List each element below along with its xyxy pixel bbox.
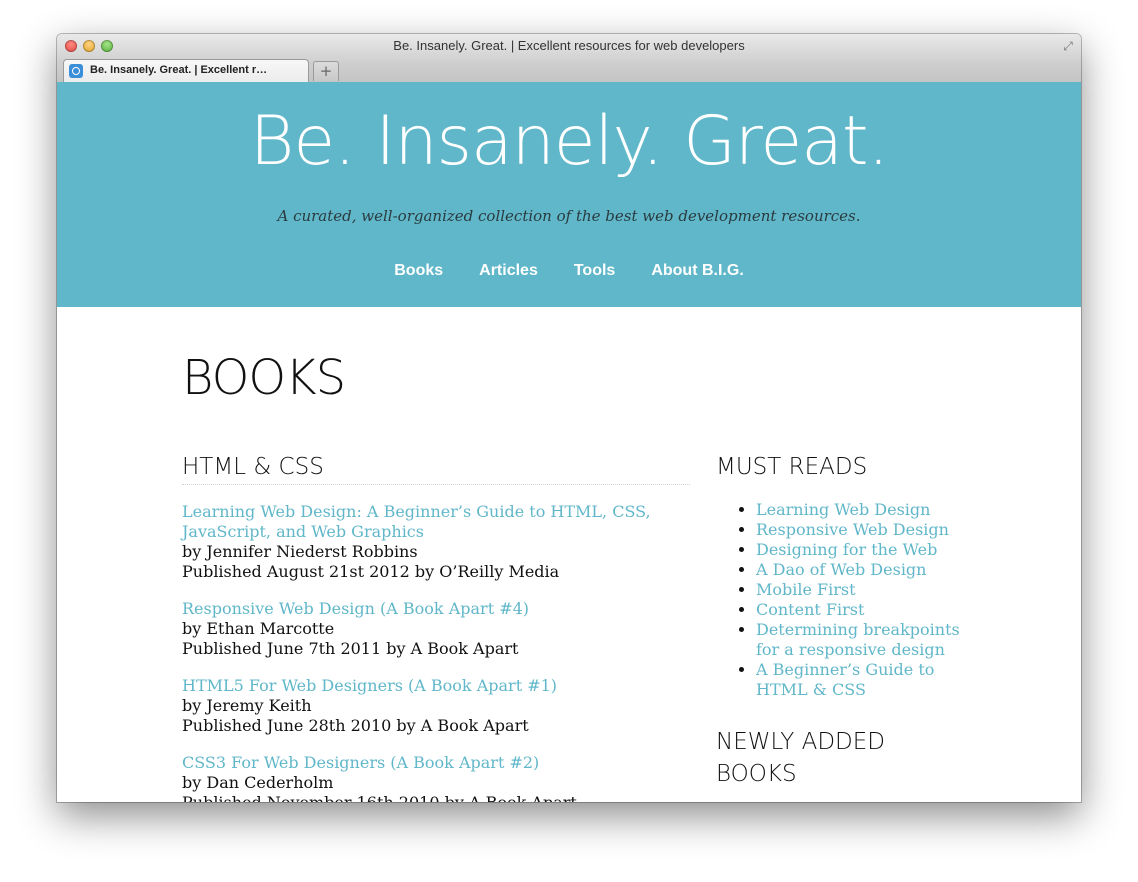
book-item: HTML5 For Web Designers (A Book Apart #1… [182,676,690,736]
must-reads-heading: MUST READS [716,454,868,480]
nav-item-books[interactable]: Books [394,262,443,280]
browser-tab[interactable]: Be. Insanely. Great. | Excellent r… [63,59,309,82]
fullscreen-icon[interactable]: ⤢ [1061,39,1075,53]
book-author: by Ethan Marcotte [182,619,335,638]
book-title-link[interactable]: Responsive Web Design (A Book Apart #4) [182,599,690,619]
new-tab-button[interactable]: + [313,61,339,81]
must-read-link[interactable]: Designing for the Web [756,540,937,559]
site-title[interactable]: Be. Insanely. Great. [57,102,1081,181]
browser-window: Be. Insanely. Great. | Excellent resourc… [57,34,1081,802]
page-content: Be. Insanely. Great. A curated, well-org… [57,82,1081,802]
book-title-link[interactable]: CSS3 For Web Designers (A Book Apart #2) [182,753,690,773]
list-item: Responsive Web Design [756,520,976,540]
book-item: CSS3 For Web Designers (A Book Apart #2)… [182,753,690,802]
book-title-link[interactable]: HTML5 For Web Designers (A Book Apart #1… [182,676,690,696]
book-item: Learning Web Design: A Beginner’s Guide … [182,502,690,582]
list-item: Designing for the Web [756,540,976,560]
sidebar: MUST READS Learning Web Design Responsiv… [716,454,976,790]
page-title: BOOKS [182,350,346,406]
nav-item-articles[interactable]: Articles [479,262,538,280]
favicon-icon [69,64,83,78]
site-tagline: A curated, well-organized collection of … [277,207,861,225]
book-published: Published November 16th 2010 by A Book A… [182,793,690,802]
site-header: Be. Insanely. Great. A curated, well-org… [57,82,1081,307]
list-item: A Dao of Web Design [756,560,976,580]
list-item: Determining breakpoints for a responsive… [756,620,976,660]
book-author: by Jeremy Keith [182,696,312,715]
book-published: Published August 21st 2012 by O’Reilly M… [182,562,560,581]
must-read-link[interactable]: Determining breakpoints for a responsive… [756,620,960,659]
main-nav: Books Articles Tools About B.I.G. [57,262,1081,280]
nav-item-about[interactable]: About B.I.G. [651,262,743,280]
nav-item-tools[interactable]: Tools [574,262,615,280]
list-item: Learning Web Design [756,500,976,520]
must-read-link[interactable]: Content First [756,600,864,619]
book-author: by Dan Cederholm [182,773,334,792]
list-item: A Beginner’s Guide to HTML & CSS [756,660,976,700]
title-bar: Be. Insanely. Great. | Excellent resourc… [57,34,1081,83]
section-heading-html-css: HTML & CSS [182,454,690,485]
must-read-link[interactable]: Learning Web Design [756,500,930,519]
books-list: HTML & CSS Learning Web Design: A Beginn… [182,454,690,802]
must-read-link[interactable]: A Dao of Web Design [756,560,926,579]
book-title-link[interactable]: Learning Web Design: A Beginner’s Guide … [182,502,690,542]
list-item: Mobile First [756,580,976,600]
must-read-link[interactable]: A Beginner’s Guide to HTML & CSS [756,660,934,699]
must-read-link[interactable]: Responsive Web Design [756,520,949,539]
must-reads-list: Learning Web Design Responsive Web Desig… [716,500,976,700]
list-item: Content First [756,600,976,620]
book-author: by Jennifer Niederst Robbins [182,542,418,561]
book-published: Published June 7th 2011 by A Book Apart [182,639,519,658]
must-read-link[interactable]: Mobile First [756,580,856,599]
tab-label: Be. Insanely. Great. | Excellent r… [90,64,268,76]
window-title: Be. Insanely. Great. | Excellent resourc… [393,38,745,53]
newly-added-heading: NEWLY ADDED BOOKS [716,729,885,787]
book-item: Responsive Web Design (A Book Apart #4) … [182,599,690,659]
book-published: Published June 28th 2010 by A Book Apart [182,716,529,735]
